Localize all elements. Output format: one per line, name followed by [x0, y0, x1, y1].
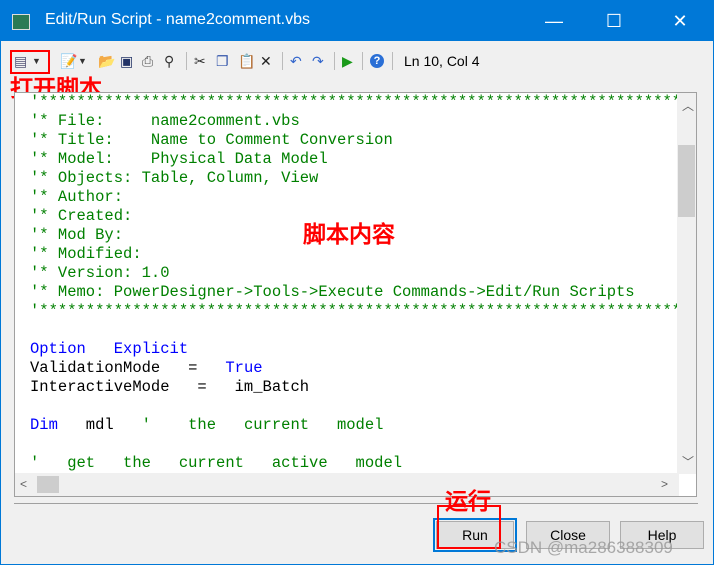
code-token: '* Objects: Table, Column, View	[30, 169, 319, 187]
annotation-script-content: 脚本内容	[303, 221, 395, 247]
title-bar: Edit/Run Script - name2comment.vbs — ☐ ✕	[1, 1, 713, 41]
code-token: mdl	[57, 416, 142, 434]
code-token: True	[225, 359, 263, 377]
code-area[interactable]: '***************************************…	[30, 93, 696, 473]
code-line: '* Model: Physical Data Model	[30, 150, 696, 169]
copy-icon[interactable]: ❐	[216, 50, 229, 72]
code-token: '* Title: Name to Comment Conversion	[30, 131, 393, 149]
code-token: '* File: name2comment.vbs	[30, 112, 300, 130]
code-token: '* Model: Physical Data Model	[30, 150, 328, 168]
code-line: Option Explicit	[30, 340, 696, 359]
code-line: ' get the current active model	[30, 454, 696, 473]
watermark: CSDN @ma286388309	[494, 538, 673, 557]
cut-icon[interactable]: ✂	[194, 50, 206, 72]
code-token: '* Mod By:	[30, 226, 124, 244]
find-icon[interactable]: ⚲	[164, 50, 174, 72]
toolbar-separator	[392, 52, 393, 70]
code-line: '***************************************…	[30, 93, 696, 112]
undo-icon[interactable]: ↶	[290, 50, 302, 72]
code-token: InteractiveMode = im_Batch	[30, 378, 310, 396]
horizontal-scroll-thumb[interactable]	[37, 476, 59, 493]
code-token: '* Memo: PowerDesigner->Tools->Execute C…	[30, 283, 635, 301]
cursor-position: Ln 10, Col 4	[404, 53, 480, 69]
code-token: Option Explicit	[30, 340, 189, 358]
help-icon[interactable]: ?	[370, 54, 384, 68]
code-line: '* Objects: Table, Column, View	[30, 169, 696, 188]
toolbar-separator	[282, 52, 283, 70]
code-token: '* Author:	[30, 188, 124, 206]
horizontal-scrollbar[interactable]: < >	[15, 473, 679, 496]
code-line: Dim mdl ' the current model	[30, 416, 696, 435]
toolbar-separator	[186, 52, 187, 70]
code-token: '***************************************…	[30, 302, 696, 320]
code-token: '* Version: 1.0	[30, 264, 170, 282]
code-token: '***************************************…	[30, 93, 696, 111]
script-editor[interactable]: '***************************************…	[14, 92, 697, 497]
code-token: ' the current model	[141, 416, 384, 434]
code-line: InteractiveMode = im_Batch	[30, 378, 696, 397]
code-line: '***************************************…	[30, 302, 696, 321]
redo-icon[interactable]: ↷	[312, 50, 324, 72]
app-icon	[12, 14, 30, 30]
window-title: Edit/Run Script - name2comment.vbs	[45, 11, 310, 28]
code-line: '* Title: Name to Comment Conversion	[30, 131, 696, 150]
code-token: Dim	[30, 416, 58, 434]
code-token: '* Created:	[30, 207, 133, 225]
minimize-button[interactable]: —	[531, 7, 577, 35]
code-token: ValidationMode =	[30, 359, 226, 377]
code-token: '* Modified:	[30, 245, 142, 263]
delete-icon[interactable]: ✕	[260, 50, 272, 72]
run-highlight	[437, 505, 501, 549]
toolbar-separator	[362, 52, 363, 70]
divider	[14, 503, 698, 504]
code-line: '* Author:	[30, 188, 696, 207]
code-line: ValidationMode = True	[30, 359, 696, 378]
code-line: '* Memo: PowerDesigner->Tools->Execute C…	[30, 283, 696, 302]
code-line: '* Version: 1.0	[30, 264, 696, 283]
close-window-button[interactable]: ✕	[657, 7, 703, 35]
paste-icon[interactable]: 📋	[238, 50, 255, 72]
save-icon[interactable]: ▣	[120, 50, 133, 72]
maximize-button[interactable]: ☐	[591, 7, 637, 35]
code-line: '* File: name2comment.vbs	[30, 112, 696, 131]
vertical-scroll-thumb[interactable]	[678, 145, 695, 217]
toolbar-separator	[334, 52, 335, 70]
print-icon[interactable]: ⎙	[142, 50, 153, 72]
vertical-scrollbar[interactable]: ︿ ﹀	[677, 93, 696, 474]
run-icon[interactable]: ▶	[342, 50, 353, 72]
code-token: ' get the current active model	[30, 454, 403, 472]
